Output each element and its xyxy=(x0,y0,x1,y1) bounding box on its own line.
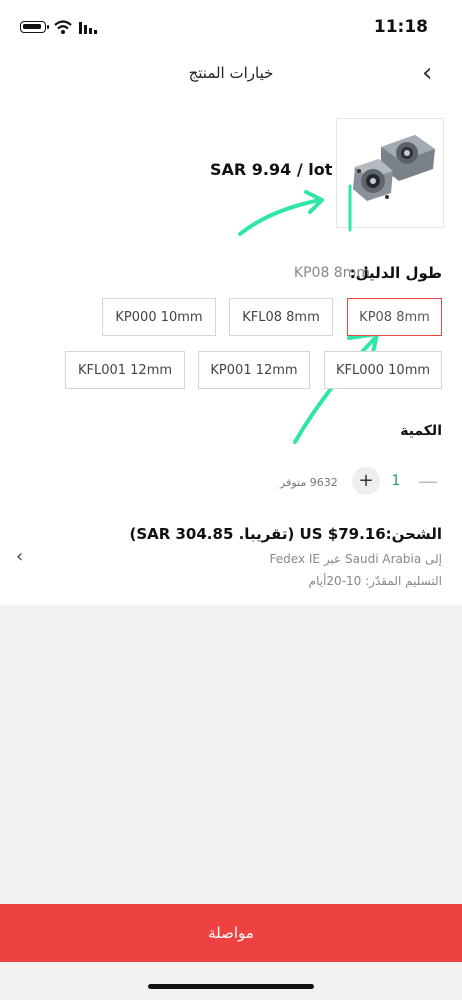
back-chevron-icon[interactable]: ‹ xyxy=(422,60,440,86)
quantity-label: الكمية xyxy=(400,423,442,439)
shipping-route: إلى Saudi Arabia عبر Fedex IE xyxy=(269,552,442,566)
quantity-increase-button[interactable]: + xyxy=(352,467,380,495)
quantity-value[interactable]: 1 xyxy=(388,473,404,489)
continue-button[interactable]: مواصلة xyxy=(0,904,462,962)
product-price: SAR 9.94 / lot xyxy=(210,160,333,179)
stock-available: 9632 متوفر xyxy=(280,476,338,489)
battery-tip xyxy=(47,25,49,29)
quantity-decrease-button[interactable]: — xyxy=(418,470,438,492)
option-chip-kp001[interactable]: KP001 12mm xyxy=(198,351,310,389)
wifi-icon xyxy=(54,20,72,34)
option-chip-kfl001[interactable]: KFL001 12mm xyxy=(65,351,185,389)
battery-icon xyxy=(20,21,46,33)
option-chip-kp000[interactable]: KP000 10mm xyxy=(102,298,216,336)
status-time: 11:18 xyxy=(373,17,428,37)
shipping-eta: التسليم المقدّر: 10-20أيام xyxy=(308,574,442,588)
option-selected-value: KP08 8mm xyxy=(293,265,370,281)
shipping-title[interactable]: الشحن:US $79.16 (تقريبا. SAR 304.85) xyxy=(129,525,442,543)
option-chip-kfl08[interactable]: KFL08 8mm xyxy=(229,298,333,336)
page-title: خيارات المنتج xyxy=(188,64,274,82)
option-chip-kfl000[interactable]: KFL000 10mm xyxy=(324,351,442,389)
annotation-arrow-price xyxy=(238,184,352,236)
signal-icon xyxy=(79,22,97,34)
home-indicator xyxy=(148,984,314,989)
shipping-chevron-icon[interactable]: ‹ xyxy=(16,546,23,567)
option-chip-kp08[interactable]: KP08 8mm xyxy=(347,298,442,336)
